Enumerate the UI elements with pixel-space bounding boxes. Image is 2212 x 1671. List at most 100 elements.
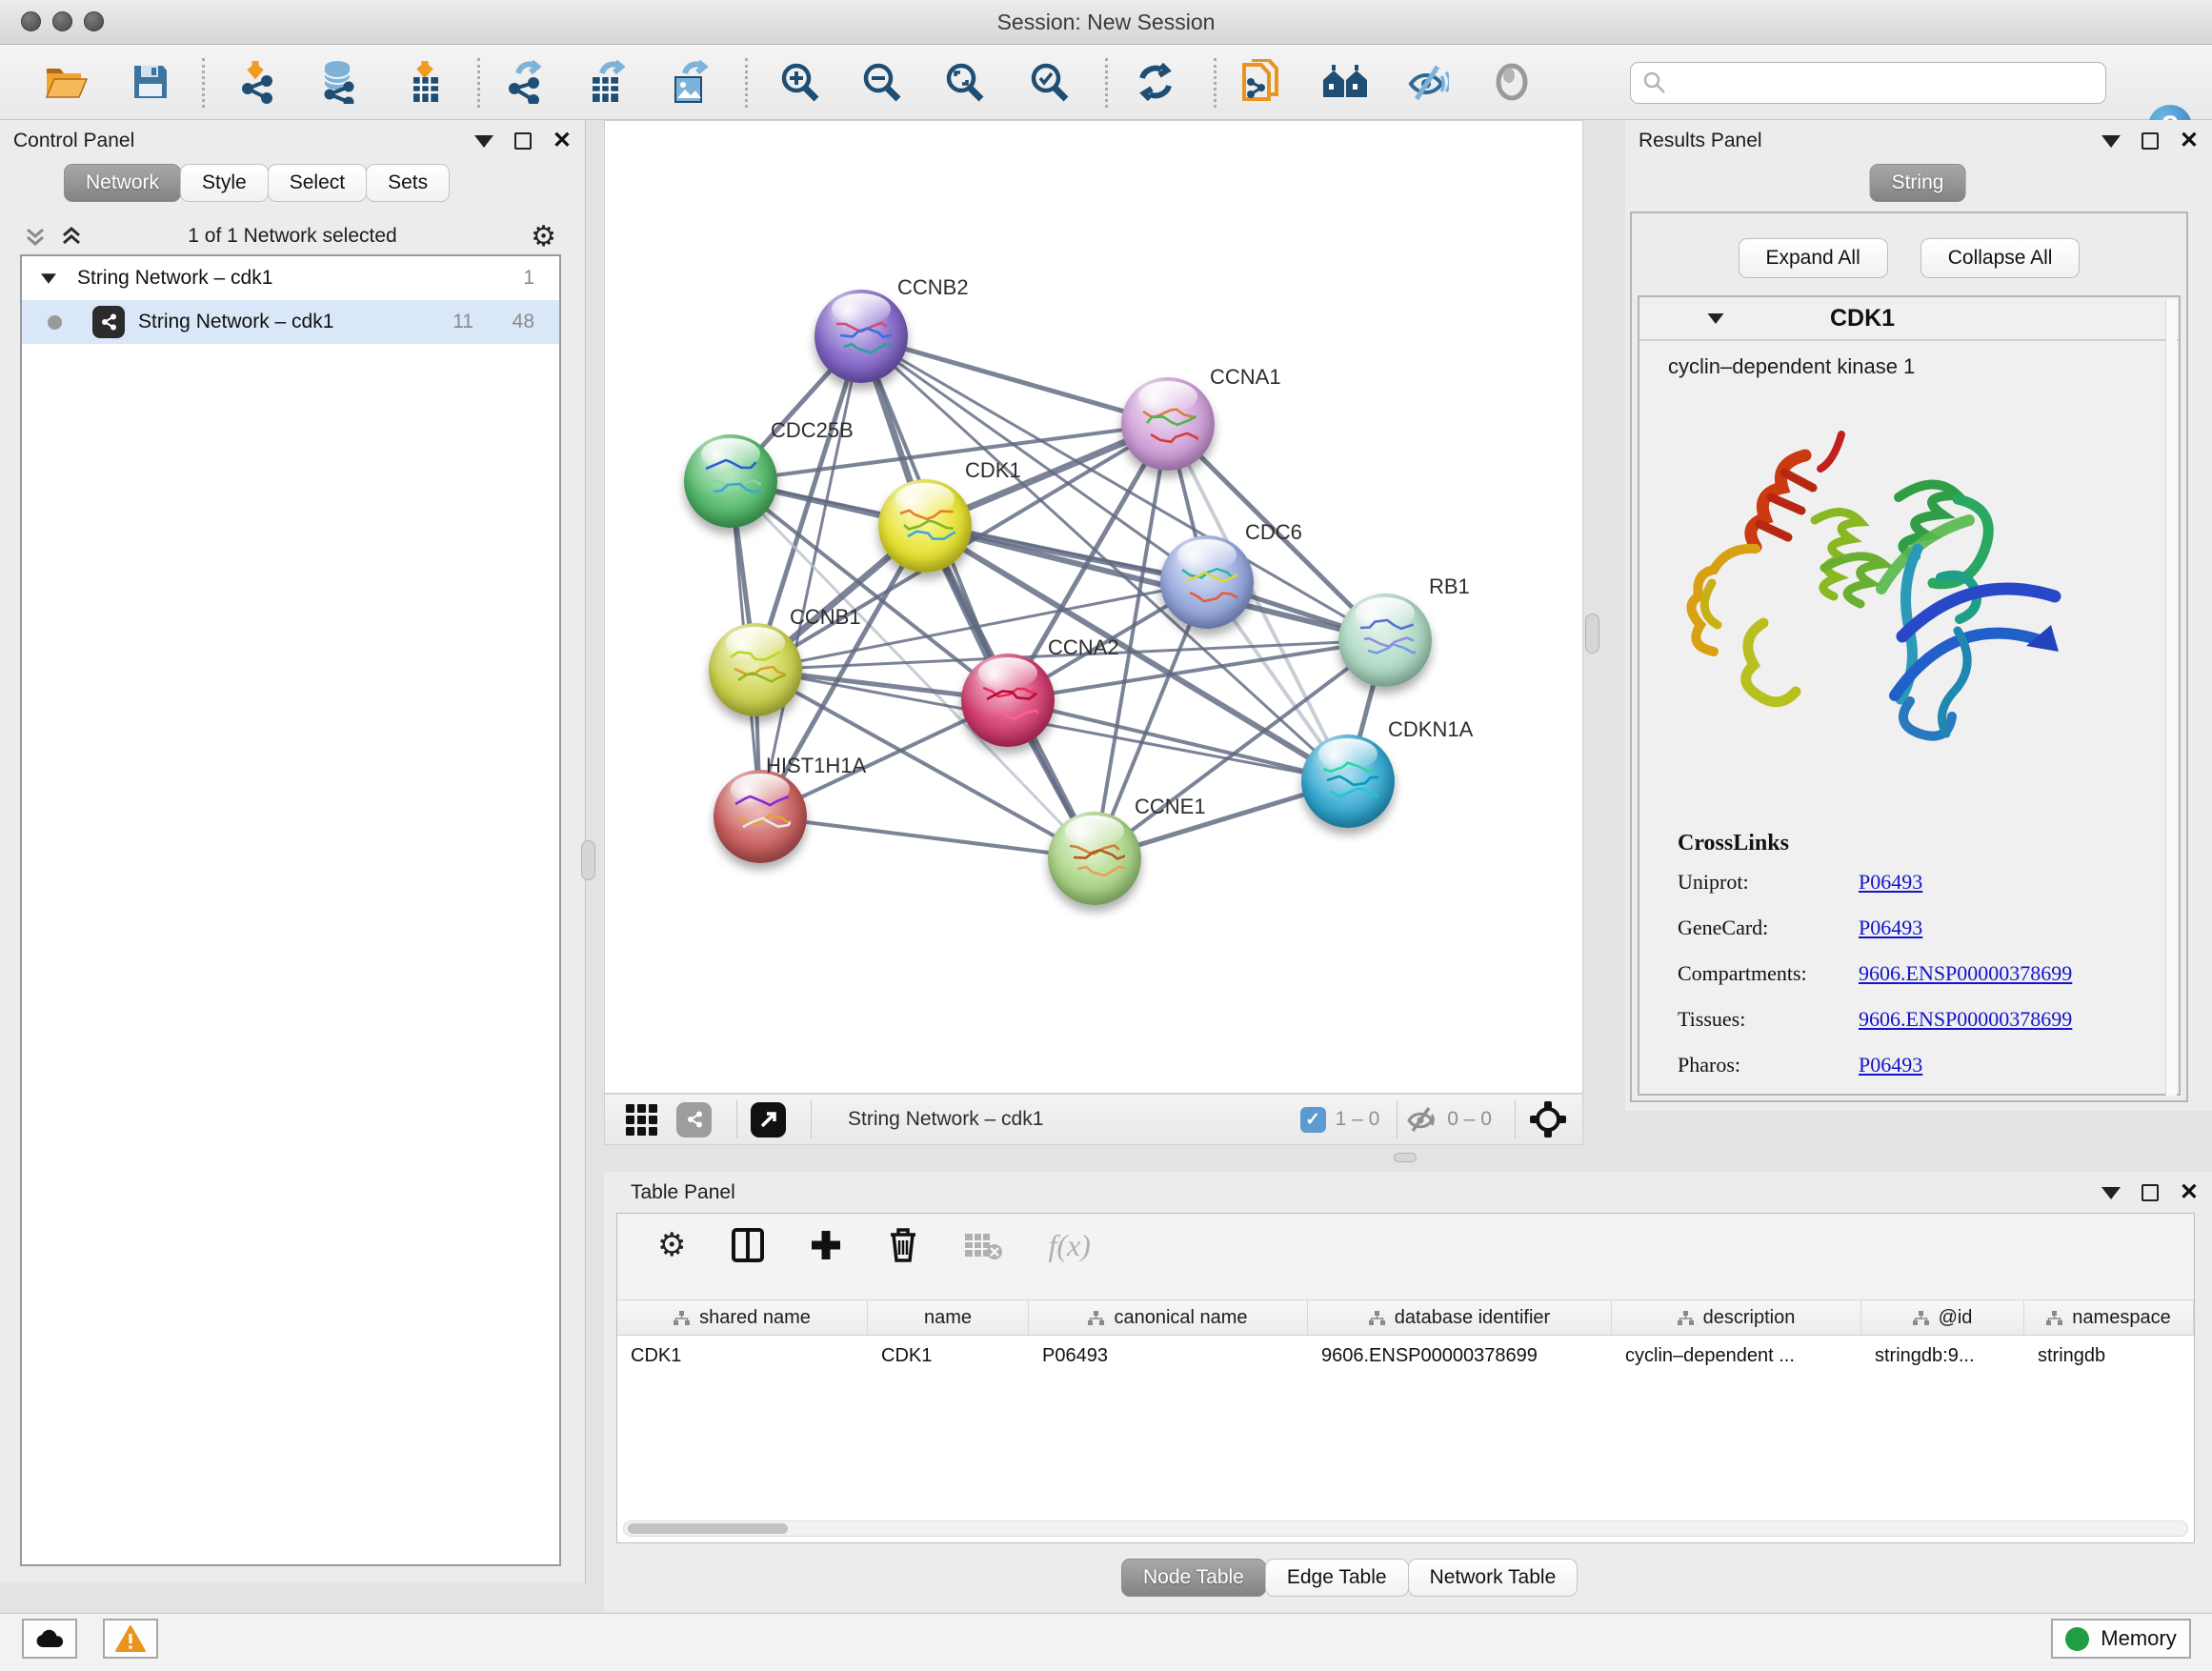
column-header-namespace[interactable]: namespace — [2024, 1300, 2194, 1335]
edge-HIST1H1A-CCNE1[interactable] — [760, 816, 1095, 858]
maximize-panel-icon[interactable] — [514, 132, 532, 150]
expand-all-button[interactable]: Expand All — [1739, 238, 1888, 278]
table-hscrollbar[interactable] — [623, 1520, 2188, 1537]
zoom-out-icon[interactable] — [855, 55, 909, 109]
table-cell[interactable]: CDK1 — [617, 1336, 868, 1376]
warning-status-button[interactable] — [103, 1619, 158, 1659]
function-builder-icon[interactable]: f(x) — [1048, 1228, 1090, 1263]
export-table-icon[interactable] — [580, 55, 633, 109]
birds-eye-view-icon[interactable] — [626, 1104, 657, 1136]
traffic-lights[interactable] — [21, 11, 104, 31]
node-CCNA2[interactable] — [961, 654, 1055, 747]
network-row[interactable]: String Network – cdk1 11 48 — [22, 300, 559, 344]
collection-collapse-icon[interactable] — [41, 273, 56, 283]
tab-style[interactable]: Style — [180, 164, 269, 202]
node-CCNA1[interactable] — [1121, 377, 1215, 471]
edge-CCNB2-HIST1H1A[interactable] — [760, 336, 861, 816]
node-RB1[interactable] — [1338, 594, 1432, 687]
left-splitter-handle[interactable] — [581, 840, 595, 880]
network-badge-icon[interactable] — [676, 1102, 712, 1137]
tab-network-table[interactable]: Network Table — [1408, 1559, 1579, 1597]
tab-edge-table[interactable]: Edge Table — [1265, 1559, 1409, 1597]
share-document-icon[interactable] — [1234, 55, 1287, 109]
close-panel-icon[interactable]: ✕ — [2180, 130, 2199, 152]
crosslink-link[interactable]: P06493 — [1859, 870, 1922, 895]
node-CCNB1[interactable] — [709, 623, 802, 716]
hide-selected-icon[interactable] — [1400, 55, 1454, 109]
delete-column-icon[interactable] — [888, 1227, 918, 1263]
table-cell[interactable]: cyclin–dependent ... — [1612, 1336, 1861, 1376]
import-table-icon[interactable] — [398, 55, 452, 109]
export-network-icon[interactable] — [498, 55, 552, 109]
center-view-icon[interactable] — [1529, 1100, 1567, 1138]
collapse-all-button[interactable]: Collapse All — [1920, 238, 2081, 278]
gene-header-row[interactable]: CDK1 — [1639, 297, 2179, 341]
tab-node-table[interactable]: Node Table — [1121, 1559, 1266, 1597]
zoom-fit-icon[interactable] — [938, 55, 992, 109]
memory-button[interactable]: Memory — [2051, 1619, 2191, 1659]
close-panel-icon[interactable]: ✕ — [2180, 1181, 2199, 1204]
table-cell[interactable]: stringdb:9... — [1861, 1336, 2024, 1376]
selected-nodes-checkbox[interactable]: ✓ — [1300, 1107, 1326, 1133]
node-CCNE1[interactable] — [1048, 812, 1141, 905]
table-row[interactable]: CDK1CDK1P064939606.ENSP00000378699cyclin… — [617, 1336, 2194, 1376]
table-cell[interactable]: stringdb — [2024, 1336, 2194, 1376]
import-network-database-icon[interactable] — [312, 55, 365, 109]
add-column-icon[interactable] — [810, 1229, 842, 1261]
tab-network[interactable]: Network — [64, 164, 181, 202]
hidden-eye-icon[interactable] — [1405, 1106, 1438, 1133]
tab-select[interactable]: Select — [268, 164, 367, 202]
maximize-panel-icon[interactable] — [2142, 1184, 2159, 1201]
gene-collapse-icon[interactable] — [1708, 312, 1724, 323]
node-CDKN1A[interactable] — [1301, 735, 1395, 828]
show-all-icon[interactable] — [1485, 55, 1538, 109]
table-hscrollbar-thumb[interactable] — [628, 1523, 788, 1534]
node-CDC25B[interactable] — [684, 434, 777, 528]
crosslink-link[interactable]: P06493 — [1859, 916, 1922, 940]
minimize-window-button[interactable] — [52, 11, 72, 31]
column-header-shared-name[interactable]: shared name — [617, 1300, 868, 1335]
network-canvas[interactable]: CCNB2CCNA1CDC25BCDK1CDC6RB1CCNB1CCNA2CDK… — [604, 120, 1583, 1094]
close-panel-icon[interactable]: ✕ — [553, 130, 572, 152]
export-image-icon[interactable] — [663, 55, 716, 109]
network-overview-icon[interactable] — [1318, 55, 1372, 109]
results-scrollbar[interactable] — [2165, 299, 2177, 1096]
save-session-icon[interactable] — [124, 55, 177, 109]
import-network-file-icon[interactable] — [231, 55, 285, 109]
zoom-window-button[interactable] — [84, 11, 104, 31]
table-cell[interactable]: 9606.ENSP00000378699 — [1308, 1336, 1612, 1376]
column-header-canonical-name[interactable]: canonical name — [1029, 1300, 1308, 1335]
detach-view-icon[interactable] — [751, 1102, 786, 1137]
node-CDK1[interactable] — [878, 479, 972, 573]
tab-string[interactable]: String — [1870, 164, 1966, 202]
float-panel-icon[interactable] — [2101, 1187, 2121, 1199]
column-header-name[interactable]: name — [868, 1300, 1029, 1335]
tab-sets[interactable]: Sets — [366, 164, 450, 202]
bottom-splitter-handle[interactable] — [1394, 1153, 1417, 1162]
column-header-@id[interactable]: @id — [1861, 1300, 2024, 1335]
delete-table-icon[interactable] — [964, 1231, 1002, 1259]
table-options-icon[interactable]: ⚙ — [657, 1226, 686, 1264]
refresh-layout-icon[interactable] — [1129, 55, 1182, 109]
crosslink-link[interactable]: P06493 — [1859, 1053, 1922, 1077]
zoom-selected-icon[interactable] — [1023, 55, 1076, 109]
crosslink-link[interactable]: 9606.ENSP00000378699 — [1859, 1007, 2072, 1032]
zoom-in-icon[interactable] — [774, 55, 827, 109]
crosslink-link[interactable]: 9606.ENSP00000378699 — [1859, 961, 2072, 986]
node-HIST1H1A[interactable] — [714, 770, 807, 863]
maximize-panel-icon[interactable] — [2142, 132, 2159, 150]
table-cell[interactable]: P06493 — [1029, 1336, 1308, 1376]
cloud-status-button[interactable] — [22, 1619, 77, 1659]
show-columns-icon[interactable] — [732, 1228, 764, 1262]
close-window-button[interactable] — [21, 11, 41, 31]
search-input[interactable] — [1630, 62, 2106, 104]
node-CDC6[interactable] — [1160, 535, 1254, 629]
node-CCNB2[interactable] — [814, 290, 908, 383]
network-collection-row[interactable]: String Network – cdk1 1 — [22, 256, 559, 300]
table-cell[interactable]: CDK1 — [868, 1336, 1029, 1376]
open-session-icon[interactable] — [40, 55, 93, 109]
column-header-description[interactable]: description — [1612, 1300, 1861, 1335]
right-splitter-handle[interactable] — [1585, 614, 1599, 654]
float-panel-icon[interactable] — [474, 135, 493, 148]
column-header-database-identifier[interactable]: database identifier — [1308, 1300, 1612, 1335]
